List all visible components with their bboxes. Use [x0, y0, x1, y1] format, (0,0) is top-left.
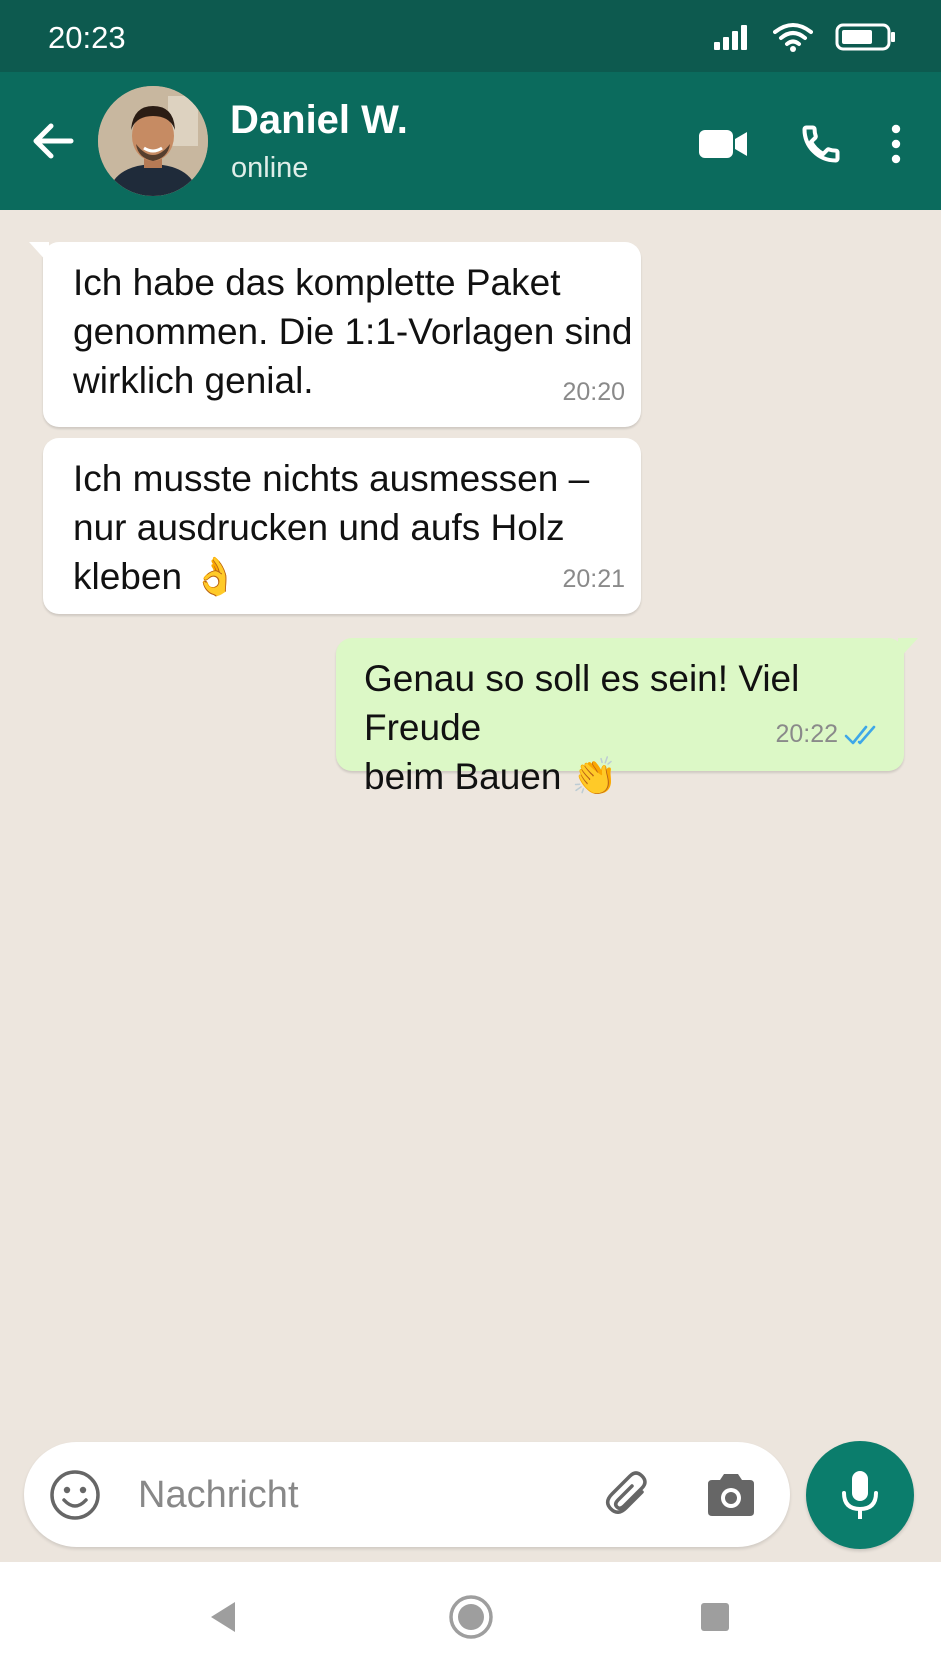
message-time: 20:20	[562, 378, 625, 406]
status-bar: 20:23	[0, 0, 941, 72]
chat-header: Daniel W. online	[0, 72, 941, 210]
status-time: 20:23	[48, 20, 126, 55]
back-button[interactable]	[28, 116, 78, 166]
chat-messages[interactable]: Ich habe das komplette Paket genommen. D…	[0, 210, 941, 1430]
message-input[interactable]	[136, 1466, 600, 1524]
signal-icon	[714, 25, 747, 50]
system-navigation-bar	[0, 1562, 941, 1672]
message-composer	[24, 1442, 790, 1547]
video-call-button[interactable]	[693, 116, 753, 172]
recents-square-icon	[701, 1603, 729, 1631]
video-call-icon	[699, 130, 747, 158]
message-incoming[interactable]: Ich habe das komplette Paket genommen. D…	[29, 242, 641, 427]
nav-home-button[interactable]	[446, 1592, 496, 1642]
arrow-left-icon	[33, 123, 74, 159]
voice-call-button[interactable]	[791, 116, 851, 172]
nav-back-button[interactable]	[198, 1592, 248, 1642]
emoji-button[interactable]	[48, 1468, 102, 1522]
camera-icon	[708, 1474, 754, 1516]
read-receipt-icon	[844, 726, 876, 745]
wifi-icon	[773, 23, 813, 52]
message-time-wrap: 20:22	[775, 710, 882, 759]
attach-button[interactable]	[602, 1468, 656, 1522]
back-triangle-icon	[211, 1602, 235, 1632]
more-vert-icon	[891, 124, 901, 164]
contact-status: online	[231, 152, 309, 184]
voice-message-button[interactable]	[806, 1441, 914, 1549]
nav-recents-button[interactable]	[690, 1592, 740, 1642]
avatar-photo	[98, 86, 208, 196]
home-circle-icon	[449, 1595, 493, 1639]
camera-button[interactable]	[704, 1470, 758, 1520]
bubble-tail	[898, 638, 918, 660]
message-incoming[interactable]: Ich musste nichts ausmessen – nur ausdru…	[43, 438, 641, 614]
emoji-icon	[50, 1470, 100, 1520]
more-options-button[interactable]	[881, 116, 911, 172]
message-time: 20:21	[562, 565, 625, 593]
status-icons	[713, 22, 897, 52]
contact-avatar[interactable]	[98, 86, 208, 196]
message-time: 20:22	[775, 720, 838, 748]
battery-icon	[835, 23, 895, 51]
voice-call-icon	[802, 125, 840, 163]
message-text: Ich musste nichts ausmessen – nur ausdru…	[73, 458, 590, 597]
header-actions	[693, 116, 911, 172]
bubble-tail	[29, 242, 49, 264]
microphone-icon	[842, 1471, 878, 1519]
contact-name[interactable]: Daniel W.	[230, 98, 408, 143]
paperclip-icon	[606, 1471, 647, 1514]
message-outgoing[interactable]: Genau so soll es sein! Viel Freude beim …	[336, 638, 918, 797]
message-text: Ich habe das komplette Paket genommen. D…	[73, 262, 633, 401]
